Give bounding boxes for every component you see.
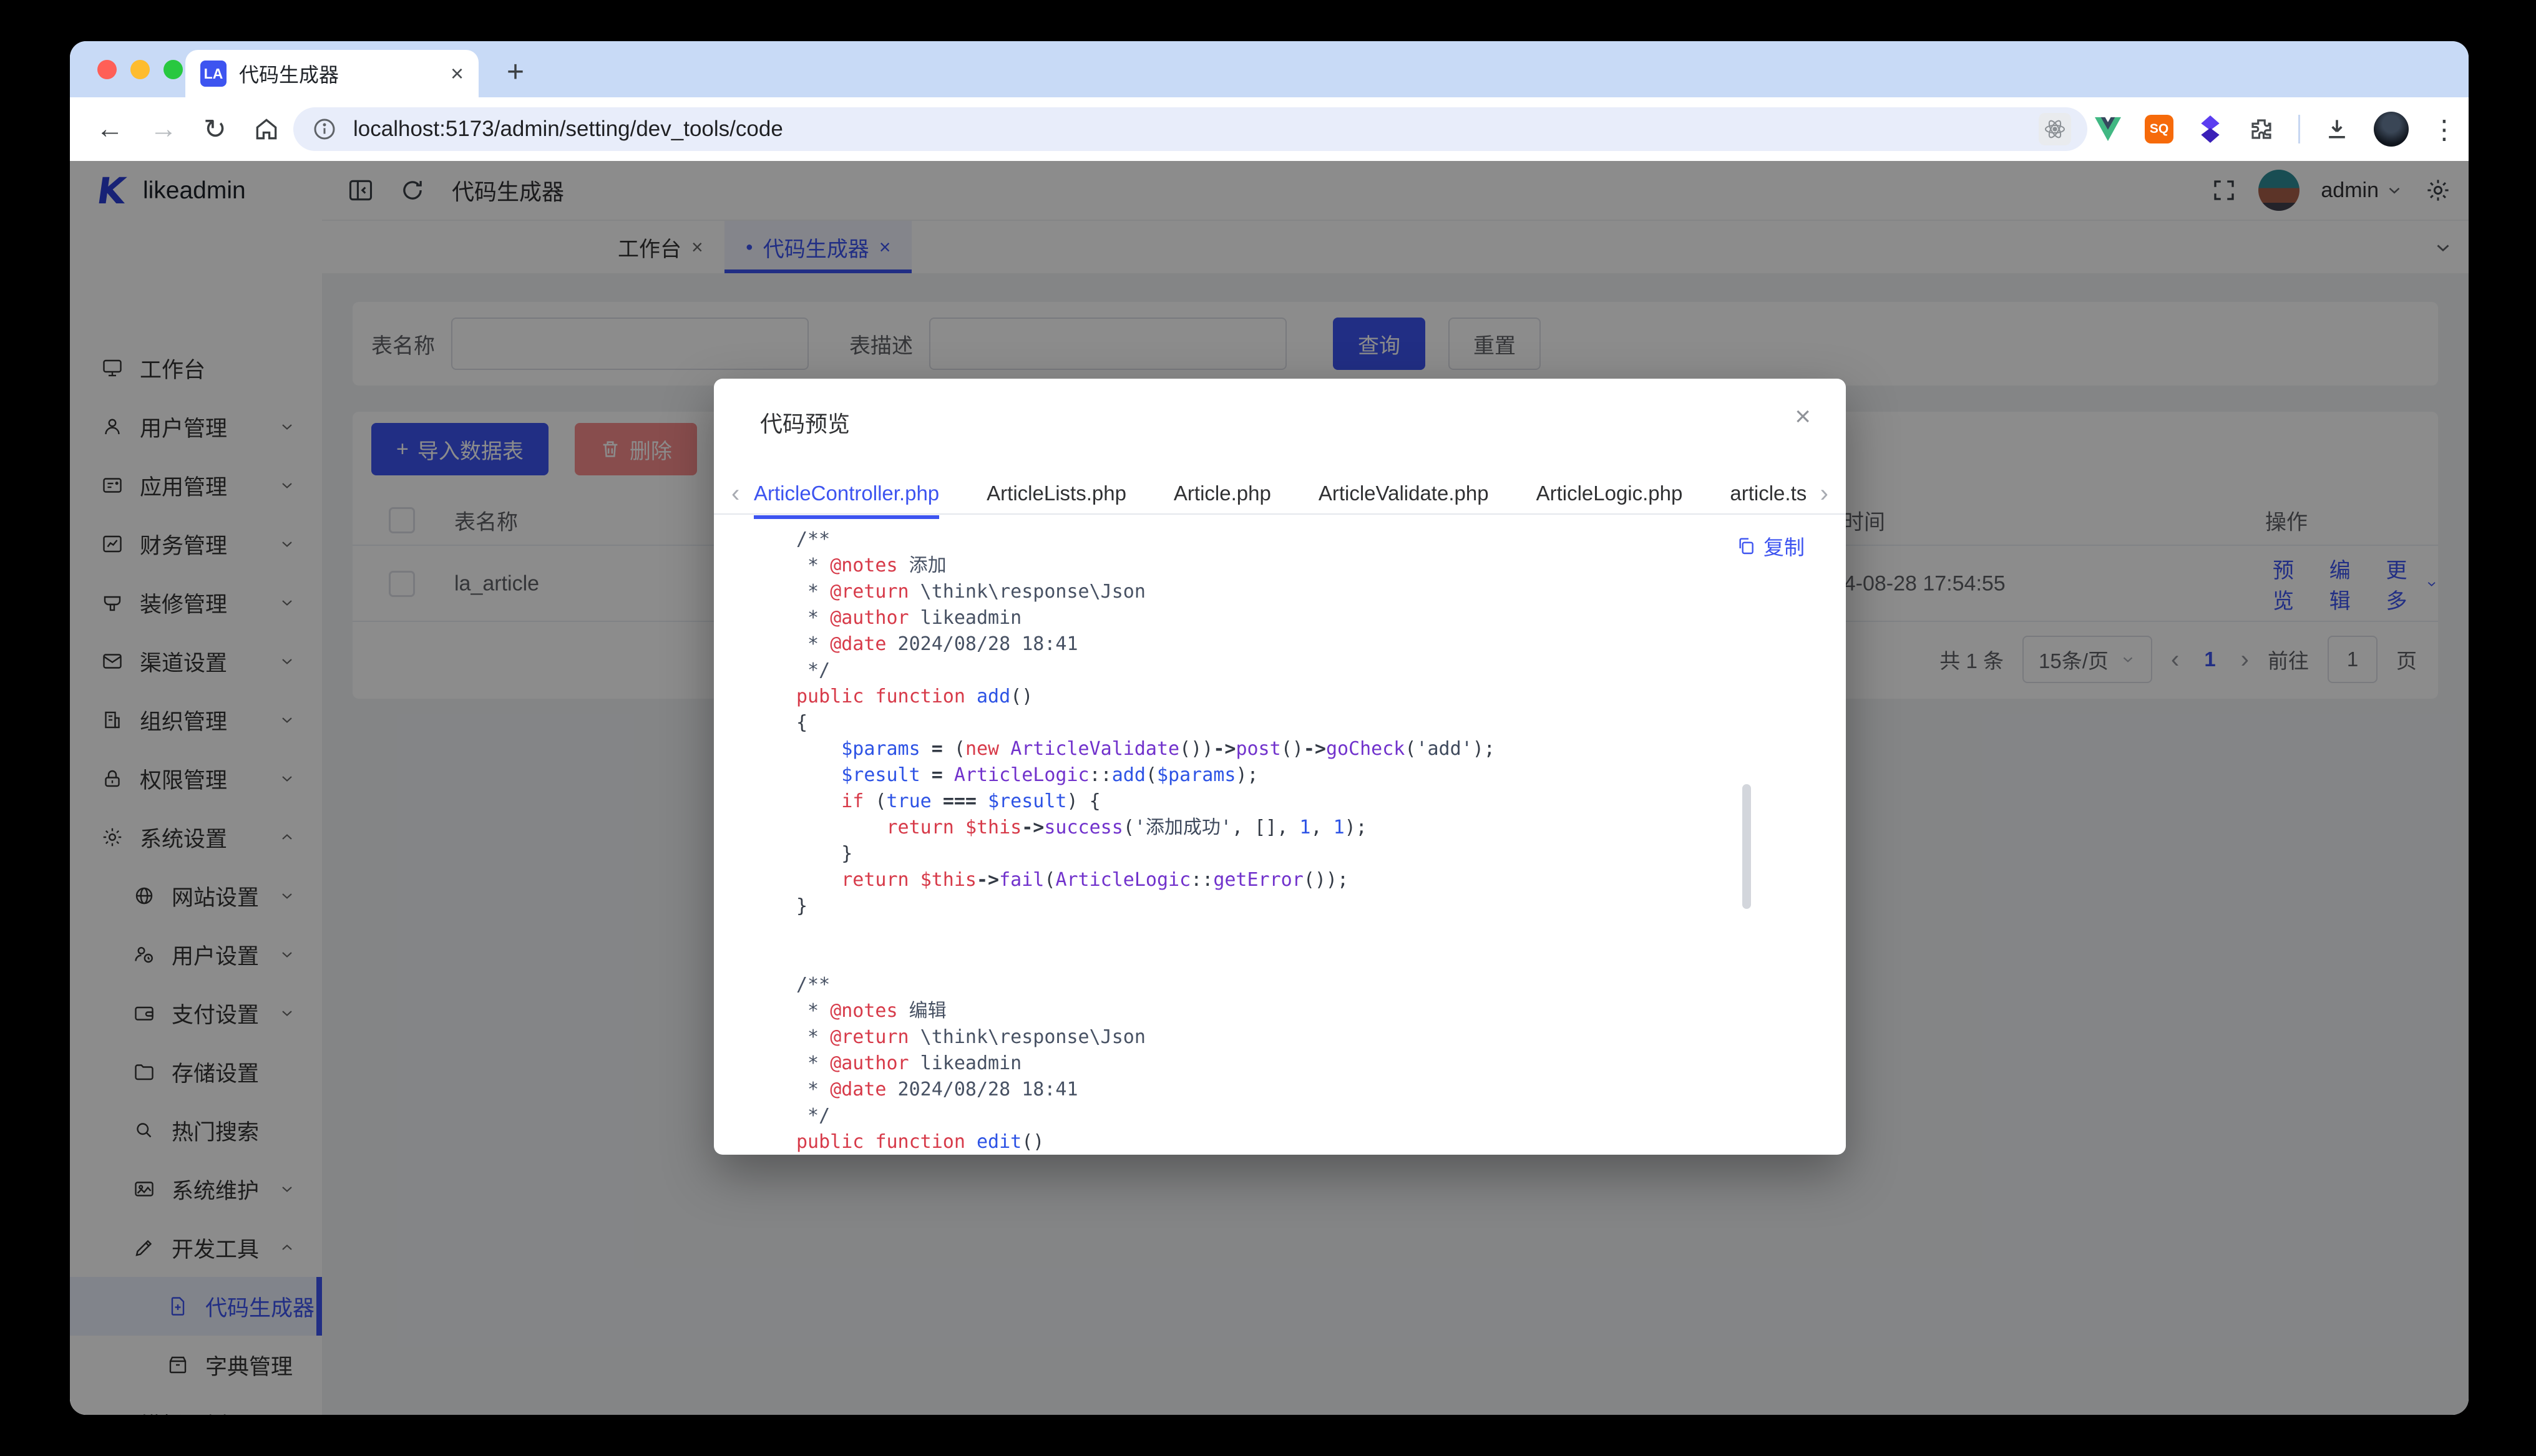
file-tab-Article.php[interactable]: Article.php: [1174, 482, 1271, 505]
code-line: }: [796, 841, 1777, 867]
tab-close-icon[interactable]: ×: [451, 61, 464, 87]
sq-extension-icon[interactable]: SQ: [2145, 115, 2173, 143]
close-window-button[interactable]: [97, 60, 117, 79]
browser-tabstrip: LA 代码生成器 × +: [70, 41, 2469, 97]
code-scrollbar[interactable]: [1742, 784, 1751, 909]
browser-menu-icon[interactable]: ⋮: [2431, 114, 2457, 145]
zoom-window-button[interactable]: [163, 60, 183, 79]
code-line: * @return \think\response\Json: [796, 1024, 1777, 1051]
code-line: [796, 920, 1777, 946]
code-block: /** * @notes 添加 * @return \think\respons…: [796, 527, 1777, 1155]
new-tab-button[interactable]: +: [507, 55, 524, 89]
site-info-icon[interactable]: [312, 117, 337, 142]
code-line: * @notes 添加: [796, 553, 1777, 579]
code-line: */: [796, 1103, 1777, 1129]
file-tab-ArticleValidate.php[interactable]: ArticleValidate.php: [1319, 482, 1489, 505]
file-tab-article.ts[interactable]: article.ts: [1730, 482, 1807, 505]
react-devtools-icon[interactable]: [2039, 113, 2071, 145]
favicon: LA: [200, 61, 227, 87]
browser-profile-avatar[interactable]: [2374, 112, 2409, 147]
back-icon[interactable]: ←: [96, 114, 124, 145]
url-text[interactable]: localhost:5173/admin/setting/dev_tools/c…: [353, 117, 783, 142]
code-line: /**: [796, 972, 1777, 998]
code-line: return $this->success('添加成功', [], 1, 1);: [796, 815, 1777, 841]
file-tab-ArticleController.php[interactable]: ArticleController.php: [754, 482, 939, 505]
code-line: /**: [796, 527, 1777, 553]
code-line: * @author likeadmin: [796, 605, 1777, 631]
tabs-divider: [714, 513, 1846, 515]
tabs-scroll-right-icon[interactable]: ›: [1820, 480, 1828, 508]
code-line: $result = ArticleLogic::add($params);: [796, 762, 1777, 789]
code-line: {: [796, 710, 1777, 736]
modal-close-icon[interactable]: ×: [1795, 401, 1811, 432]
code-line: * @return \think\response\Json: [796, 579, 1777, 605]
forward-icon[interactable]: →: [150, 114, 177, 145]
code-preview-modal: 代码预览 × ‹ ArticleController.php ArticleLis…: [714, 379, 1846, 1155]
code-line: * @date 2024/08/28 18:41: [796, 1077, 1777, 1103]
code-line: */: [796, 658, 1777, 684]
extensions-puzzle-icon[interactable]: [2247, 115, 2276, 143]
file-tab-ArticleLists.php[interactable]: ArticleLists.php: [987, 482, 1126, 505]
home-icon[interactable]: [253, 115, 280, 143]
code-line: public function edit(): [796, 1129, 1777, 1155]
file-tab-ArticleLogic.php[interactable]: ArticleLogic.php: [1536, 482, 1683, 505]
code-line: public function add(): [796, 684, 1777, 710]
minimize-window-button[interactable]: [130, 60, 150, 79]
code-line: * @author likeadmin: [796, 1051, 1777, 1077]
modal-title: 代码预览: [760, 406, 850, 439]
downloads-icon[interactable]: [2323, 115, 2351, 143]
code-line: }: [796, 893, 1777, 920]
vue-devtools-icon[interactable]: [2094, 115, 2122, 143]
browser-tab-title: 代码生成器: [239, 59, 438, 88]
code-line: $params = (new ArticleValidate())->post(…: [796, 736, 1777, 762]
reload-icon[interactable]: ↻: [203, 114, 227, 145]
address-bar[interactable]: localhost:5173/admin/setting/dev_tools/c…: [293, 107, 2087, 151]
browser-tab[interactable]: LA 代码生成器 ×: [185, 50, 479, 97]
extensions-row: SQ ⋮: [2039, 101, 2457, 157]
file-tabs: ArticleController.php ArticleLists.php Art…: [754, 472, 1807, 515]
code-line: return $this->fail(ArticleLogic::getErro…: [796, 867, 1777, 893]
code-line: * @notes 编辑: [796, 998, 1777, 1024]
window-controls[interactable]: [97, 60, 183, 79]
diamond-extension-icon[interactable]: [2196, 115, 2225, 143]
code-line: * @date 2024/08/28 18:41: [796, 631, 1777, 658]
code-line: [796, 946, 1777, 972]
code-line: if (true === $result) {: [796, 789, 1777, 815]
tabs-scroll-left-icon[interactable]: ‹: [731, 480, 739, 508]
toolbar-divider: [2298, 115, 2300, 143]
browser-window: LA 代码生成器 × + ← → ↻ localhost:5173/admin/…: [70, 41, 2469, 1415]
